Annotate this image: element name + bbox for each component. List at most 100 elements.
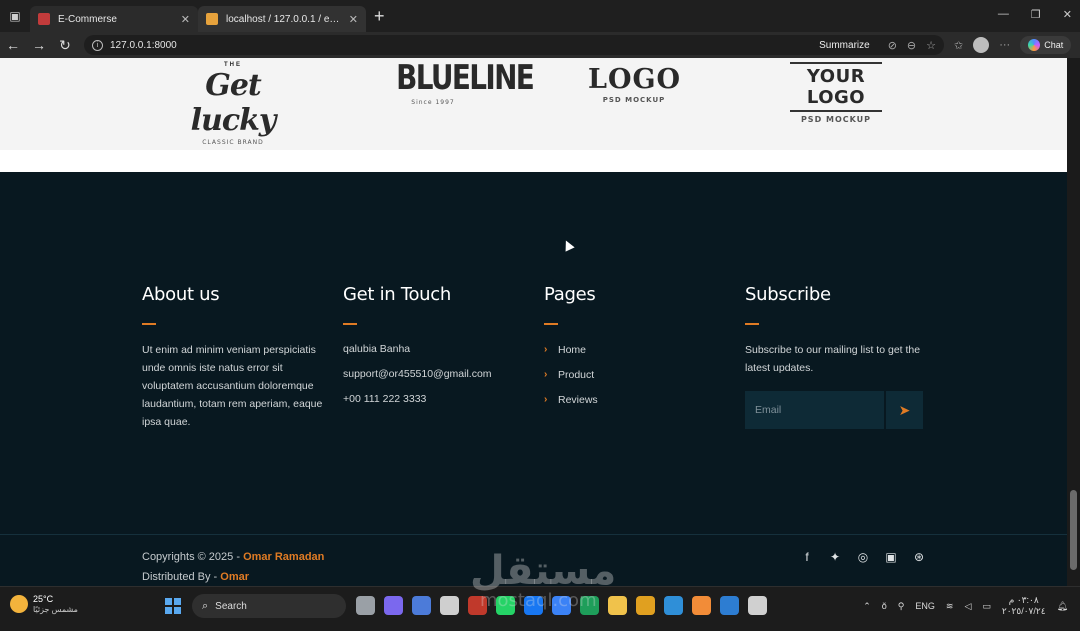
site-favicon-icon bbox=[38, 13, 50, 25]
edge-icon[interactable] bbox=[664, 596, 683, 615]
start-button[interactable] bbox=[165, 598, 181, 614]
contact-phone: +00 111 222 3333 bbox=[343, 393, 427, 405]
facebook-icon[interactable]: f bbox=[800, 550, 814, 564]
snipping-tool-icon[interactable] bbox=[748, 596, 767, 615]
battery-icon[interactable]: ▭ bbox=[982, 601, 991, 612]
back-icon[interactable]: ← bbox=[0, 37, 26, 53]
taskbar-clock[interactable]: ٠٣:٠٨ م ٢٠٢٥/٠٧/٢٤ bbox=[1002, 595, 1046, 617]
maximize-icon[interactable]: ❐ bbox=[1031, 8, 1041, 21]
contact-email-link[interactable]: support@or455510@gmail.com bbox=[343, 362, 533, 387]
dribbble-icon[interactable]: ⊛ bbox=[912, 550, 926, 564]
footer-subscribe-column: Subscribe Subscribe to our mailing list … bbox=[745, 284, 927, 429]
favorites-icon[interactable]: ✩ bbox=[954, 39, 963, 52]
logo-sub-text: Since 1997 bbox=[411, 99, 455, 106]
footer-pages-column: Pages › Home › Product › Reviews bbox=[544, 284, 734, 416]
email-input[interactable] bbox=[745, 391, 884, 429]
tab-actions-icon[interactable]: ▣ bbox=[0, 0, 30, 32]
tab-label: localhost / 127.0.0.1 / ecommers bbox=[226, 13, 343, 25]
sheets-icon[interactable] bbox=[580, 596, 599, 615]
reader-icon[interactable]: ⊘ bbox=[888, 39, 897, 52]
pinned-apps bbox=[356, 596, 767, 615]
footer-link-reviews[interactable]: › Reviews bbox=[544, 387, 734, 412]
xampp-icon[interactable] bbox=[692, 596, 711, 615]
windows-logo-icon bbox=[165, 607, 172, 614]
partly-sunny-icon bbox=[10, 595, 28, 613]
copilot-app-icon[interactable] bbox=[412, 596, 431, 615]
messenger-icon[interactable] bbox=[524, 596, 543, 615]
tray-app-icon[interactable]: ŏ bbox=[882, 601, 887, 611]
distributed-line: Distributed By - Omar bbox=[142, 567, 324, 586]
weather-widget[interactable]: 25°C مشمس جزئيًا bbox=[10, 594, 78, 614]
app-icon[interactable] bbox=[552, 596, 571, 615]
brand-logo-blueline: BLUELINE Since 1997 bbox=[388, 58, 535, 106]
tab-label: E-Commerse bbox=[58, 13, 117, 25]
pages-heading: Pages bbox=[544, 284, 596, 305]
forward-icon[interactable]: → bbox=[26, 37, 52, 53]
social-links: f ✦ ◎ ▣ ⊛ bbox=[800, 550, 926, 564]
profile-avatar[interactable] bbox=[973, 37, 990, 53]
task-view-icon[interactable] bbox=[356, 596, 375, 615]
paper-plane-icon: ➤ bbox=[898, 401, 911, 418]
windows-logo-icon bbox=[174, 598, 181, 605]
close-tab-icon[interactable]: ✕ bbox=[181, 13, 190, 26]
tab-phpmyadmin[interactable]: localhost / 127.0.0.1 / ecommers ✕ bbox=[198, 6, 366, 32]
copyright-author-link[interactable]: Omar Ramadan bbox=[243, 551, 324, 563]
whatsapp-icon[interactable] bbox=[496, 596, 515, 615]
page-scrollbar[interactable] bbox=[1067, 58, 1080, 586]
logo-main-text: YOUR LOGO bbox=[790, 62, 882, 112]
link-label: Reviews bbox=[558, 393, 598, 406]
new-tab-icon[interactable]: + bbox=[374, 7, 385, 25]
favorite-star-icon[interactable]: ☆ bbox=[926, 39, 936, 52]
summarize-button[interactable]: Summarize bbox=[819, 40, 870, 51]
language-indicator[interactable]: ENG bbox=[915, 601, 935, 611]
url-field[interactable]: i 127.0.0.1:8000 Summarize ⊘ ⊖ ☆ bbox=[84, 35, 944, 55]
site-info-icon[interactable]: i bbox=[92, 39, 103, 51]
close-window-icon[interactable]: ✕ bbox=[1063, 8, 1072, 21]
link-label: Home bbox=[558, 343, 587, 356]
logo-main-text: BLUELINE bbox=[396, 58, 535, 98]
linkedin-icon[interactable]: ▣ bbox=[884, 550, 898, 564]
vscode-icon[interactable] bbox=[720, 596, 739, 615]
weather-temperature: 25°C bbox=[33, 594, 54, 604]
search-label: Search bbox=[215, 600, 247, 612]
brand-logo-get-lucky: THE Get lucky CLASSIC BRAND bbox=[178, 62, 288, 146]
minimize-icon[interactable]: — bbox=[998, 8, 1009, 21]
chevron-up-icon[interactable]: ⌃ bbox=[863, 601, 871, 612]
tab-ecommerse[interactable]: E-Commerse ✕ bbox=[30, 6, 198, 32]
store-icon[interactable] bbox=[440, 596, 459, 615]
about-text: Ut enim ad minim veniam perspiciatis und… bbox=[142, 344, 323, 428]
copyright-block: Copyrights © 2025 - Omar Ramadan Distrib… bbox=[142, 547, 324, 586]
instagram-icon[interactable]: ◎ bbox=[856, 550, 870, 564]
brand-logo-your-logo: YOUR LOGO PSD MOCKUP bbox=[790, 62, 882, 124]
meet-icon[interactable] bbox=[384, 596, 403, 615]
phpmyadmin-favicon-icon bbox=[206, 13, 218, 25]
chevron-right-icon: › bbox=[544, 344, 548, 355]
chrome-icon[interactable] bbox=[636, 596, 655, 615]
browser-tab-bar: ▣ E-Commerse ✕ localhost / 127.0.0.1 / e… bbox=[0, 0, 1080, 32]
more-menu-icon[interactable]: ··· bbox=[999, 39, 1010, 51]
subscribe-send-button[interactable]: ➤ bbox=[886, 391, 923, 429]
close-tab-icon[interactable]: ✕ bbox=[349, 13, 358, 26]
footer-link-product[interactable]: › Product bbox=[544, 362, 734, 387]
file-explorer-icon[interactable] bbox=[608, 596, 627, 615]
wifi-icon[interactable]: ≋ bbox=[946, 601, 954, 612]
taskbar-search[interactable]: ⌕ Search bbox=[192, 594, 346, 618]
contact-address: qalubia Banha bbox=[343, 343, 411, 355]
scrollbar-thumb[interactable] bbox=[1070, 490, 1077, 570]
chevron-right-icon: › bbox=[544, 394, 548, 405]
refresh-icon[interactable]: ↻ bbox=[52, 37, 78, 54]
subscribe-text: Subscribe to our mailing list to get the… bbox=[745, 344, 921, 374]
distributed-author-link[interactable]: Omar bbox=[220, 571, 249, 583]
copilot-chat-button[interactable]: Chat bbox=[1020, 36, 1072, 54]
volume-icon[interactable]: ◁ bbox=[964, 601, 971, 612]
contact-heading: Get in Touch bbox=[343, 284, 451, 305]
microphone-icon[interactable]: ⚲ bbox=[898, 601, 905, 612]
footer-link-home[interactable]: › Home bbox=[544, 337, 734, 362]
notification-bell-icon[interactable]: 🔔︎ bbox=[1057, 601, 1068, 612]
logo-main-text: LOGO bbox=[588, 64, 682, 95]
app-icon[interactable] bbox=[468, 596, 487, 615]
footer-divider bbox=[0, 534, 1067, 535]
extensions-icon[interactable]: ⊖ bbox=[907, 39, 916, 52]
copyright-line: Copyrights © 2025 - Omar Ramadan bbox=[142, 547, 324, 567]
twitter-icon[interactable]: ✦ bbox=[828, 550, 842, 564]
